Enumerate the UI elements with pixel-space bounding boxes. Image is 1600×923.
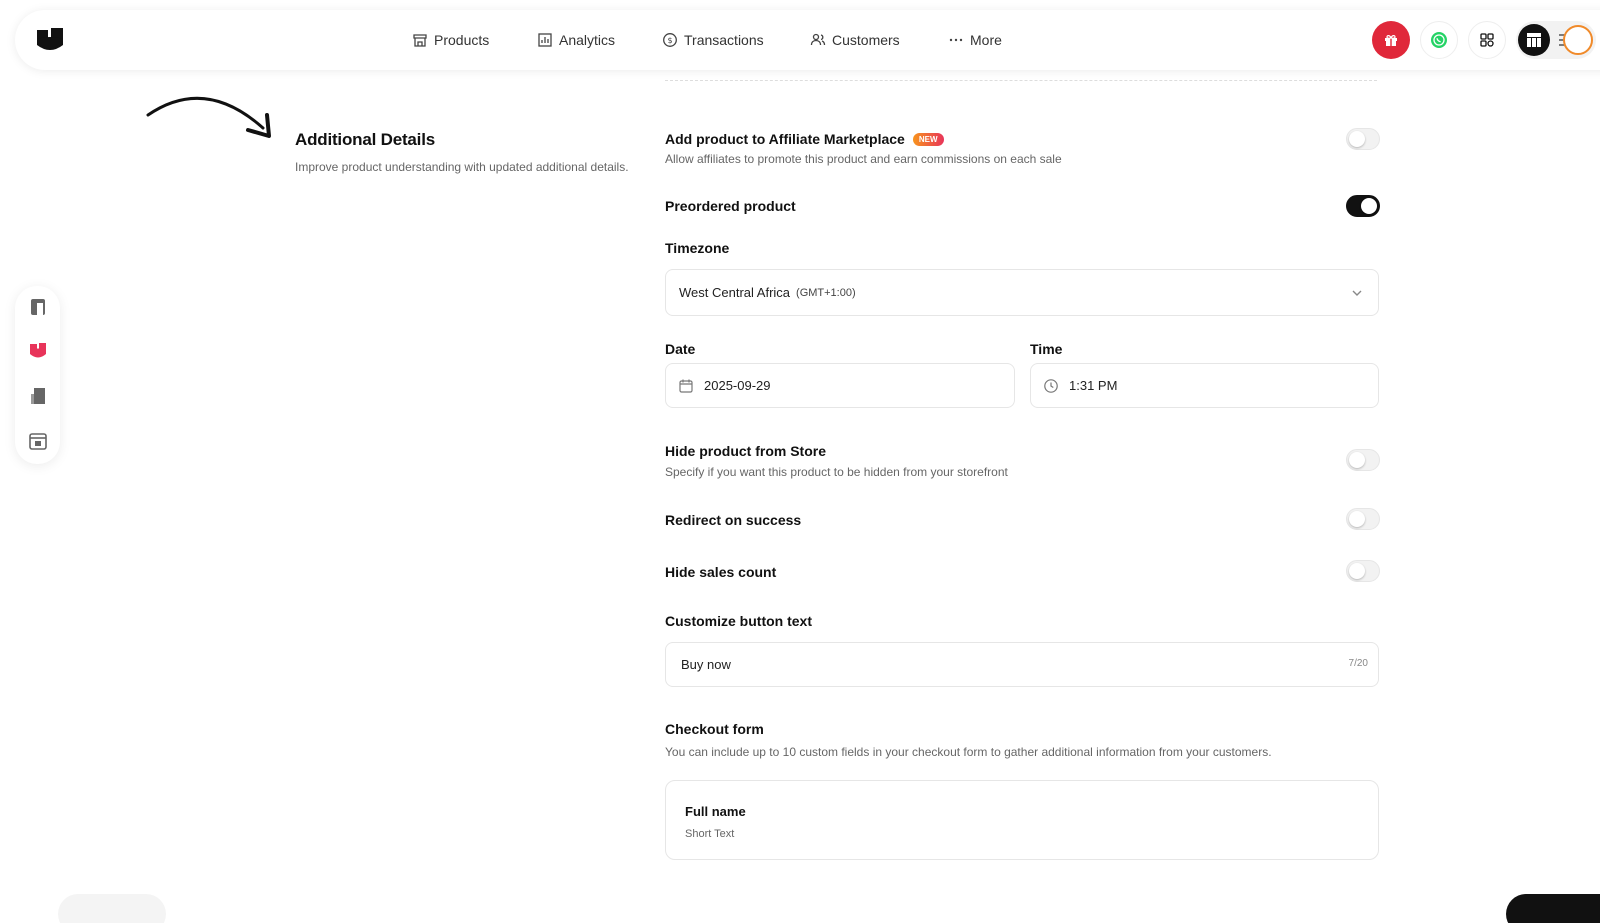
time-input[interactable]: 1:31 PM [1030, 363, 1379, 408]
timezone-select[interactable]: West Central Africa (GMT+1:00) [665, 269, 1379, 316]
hide-product-description: Specify if you want this product to be h… [665, 465, 1008, 479]
user-avatar[interactable] [1563, 25, 1593, 55]
side-rail [15, 286, 60, 464]
main-nav: Products Analytics $ Transactions Custom… [15, 10, 1600, 70]
affiliate-title: Add product to Affiliate Marketplace NEW [665, 131, 944, 147]
affiliate-toggle[interactable] [1346, 128, 1380, 150]
preorder-toggle[interactable] [1346, 195, 1380, 217]
hide-sales-toggle[interactable] [1346, 560, 1380, 582]
gift-icon [1385, 35, 1397, 46]
checkout-field-name: Full name [685, 804, 746, 819]
button-text-label: Customize button text [665, 613, 812, 629]
affiliate-title-text: Add product to Affiliate Marketplace [665, 131, 905, 147]
whatsapp-button[interactable] [1420, 21, 1458, 59]
calendar-icon [679, 379, 693, 393]
apps-button[interactable] [1468, 21, 1506, 59]
nav-analytics-label: Analytics [559, 32, 616, 48]
ellipsis-icon [949, 38, 963, 42]
dollar-circle-icon: $ [663, 33, 677, 47]
hide-sales-title: Hide sales count [665, 564, 777, 580]
clock-icon [1044, 378, 1058, 393]
nav-more[interactable]: More [948, 30, 1002, 50]
checkout-description: You can include up to 10 custom fields i… [665, 745, 1272, 759]
time-value: 1:31 PM [1069, 378, 1118, 393]
svg-text:$: $ [667, 36, 672, 45]
nav-more-label: More [970, 32, 1002, 48]
storefront-icon[interactable] [28, 341, 48, 361]
bottom-right-button[interactable] [1506, 894, 1600, 923]
curved-arrow-icon [146, 96, 271, 138]
new-badge: NEW [912, 133, 944, 146]
redirect-toggle[interactable] [1346, 508, 1380, 530]
whatsapp-icon [1431, 32, 1447, 48]
date-input[interactable]: 2025-09-29 [665, 363, 1015, 408]
users-icon [810, 33, 826, 46]
top-navigation-bar: Products Analytics $ Transactions Custom… [15, 10, 1600, 70]
hide-product-toggle[interactable] [1346, 449, 1380, 471]
store-grid-icon [1518, 24, 1550, 56]
chevron-down-icon [1352, 290, 1362, 296]
checkout-field-type: Short Text [685, 828, 735, 840]
timezone-value: West Central Africa [679, 285, 791, 300]
date-value: 2025-09-29 [704, 378, 771, 393]
section-divider [665, 80, 1377, 81]
nav-customers[interactable]: Customers [810, 30, 900, 50]
button-text-value: Buy now [681, 657, 731, 672]
section-title: Additional Details [295, 130, 435, 149]
calendar-icon[interactable] [28, 431, 48, 451]
pages-icon[interactable] [28, 297, 48, 317]
checkout-field-card[interactable]: Full name Short Text [665, 780, 1379, 860]
date-label: Date [665, 341, 696, 357]
store-icon [413, 34, 427, 47]
nav-analytics[interactable]: Analytics [537, 30, 615, 50]
book-icon[interactable] [28, 386, 48, 406]
affiliate-description: Allow affiliates to promote this product… [665, 152, 1062, 166]
checkout-title: Checkout form [665, 721, 764, 737]
section-description: Improve product understanding with updat… [295, 160, 629, 174]
nav-transactions[interactable]: $ Transactions [662, 30, 764, 50]
timezone-label: Timezone [665, 240, 730, 256]
redirect-title: Redirect on success [665, 512, 802, 528]
gift-button[interactable] [1372, 21, 1410, 59]
char-counter: 7/20 [1348, 658, 1368, 669]
nav-transactions-label: Transactions [684, 32, 764, 48]
nav-customers-label: Customers [832, 32, 900, 48]
preorder-title: Preordered product [665, 198, 796, 214]
nav-products[interactable]: Products [412, 30, 489, 50]
bottom-left-button[interactable] [58, 894, 166, 923]
time-label: Time [1030, 341, 1063, 357]
hide-product-title: Hide product from Store [665, 443, 827, 459]
chart-icon [538, 33, 552, 47]
button-text-input[interactable]: Buy now 7/20 [665, 642, 1379, 687]
nav-products-label: Products [434, 32, 490, 48]
apps-grid-icon [1480, 33, 1494, 47]
timezone-offset: (GMT+1:00) [796, 286, 856, 299]
